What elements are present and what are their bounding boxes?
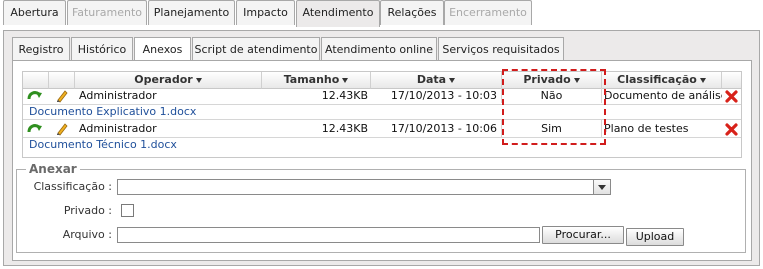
dropdown-arrow-icon[interactable] [593,180,610,194]
row1-tamanho: 12.43KB [321,89,368,102]
header-operador-label: Operador [134,73,193,86]
tab-faturamento: Faturamento [67,0,147,25]
tab-servicos-requisitados[interactable]: Serviços requisitados [438,37,564,61]
row2-classificacao: Plano de testes [604,122,689,135]
tab-atendimento-online[interactable]: Atendimento online [321,37,437,61]
tab-anexos[interactable]: Anexos [134,37,191,62]
row1-classificacao: Documento de análise [604,89,722,102]
row2-operador: Administrador [79,122,157,135]
header-tamanho-label: Tamanho [283,73,340,86]
row1-data: 17/10/2013 - 10:03 [390,89,497,102]
sort-caret-icon [342,77,349,83]
refresh-icon[interactable] [27,122,44,136]
attachments-grid: Operador Tamanho Data Privado Classifica… [22,71,742,158]
row2-data: 17/10/2013 - 10:06 [390,122,497,135]
row2-tamanho: 12.43KB [321,122,368,135]
row2-document-link[interactable]: Documento Técnico 1.docx [29,138,177,151]
privado-column-highlight [502,69,606,145]
upload-button[interactable]: Upload [626,228,684,246]
delete-x-icon[interactable] [725,90,738,103]
header-data-label: Data [416,73,447,86]
procurar-button[interactable]: Procurar... [542,226,624,244]
edit-pencil-icon[interactable] [55,122,69,136]
tab-historico[interactable]: Histórico [71,37,133,61]
arquivo-label: Arquivo : [62,228,112,241]
row1-document-link[interactable]: Documento Explicativo 1.docx [29,105,196,118]
header-classificacao-label: Classificação [617,73,697,86]
tab-atendimento[interactable]: Atendimento [296,0,380,27]
tab-relacoes[interactable]: Relações [380,0,444,25]
tab-registro[interactable]: Registro [12,37,70,61]
sort-caret-icon [449,77,456,83]
tab-planejamento[interactable]: Planejamento [148,0,235,25]
tab-abertura[interactable]: Abertura [3,0,66,25]
classificacao-select[interactable] [117,179,611,195]
tab-script-de-atendimento[interactable]: Script de atendimento [192,37,320,61]
edit-pencil-icon[interactable] [55,89,69,103]
classificacao-label: Classificação : [33,180,112,193]
sort-caret-icon [195,77,202,83]
row1-operador: Administrador [79,89,157,102]
anexar-legend: Anexar [26,162,80,176]
privado-label: Privado : [63,204,112,217]
header-delete [722,72,741,89]
arquivo-input[interactable] [117,227,540,243]
privado-checkbox[interactable] [121,204,134,217]
tab-encerramento: Encerramento [444,0,532,25]
tab-impacto[interactable]: Impacto [236,0,295,25]
header-icons-2 [49,72,75,89]
refresh-icon[interactable] [27,89,44,103]
delete-x-icon[interactable] [725,123,738,136]
header-icons-1 [23,72,49,89]
sort-caret-icon [699,77,706,83]
